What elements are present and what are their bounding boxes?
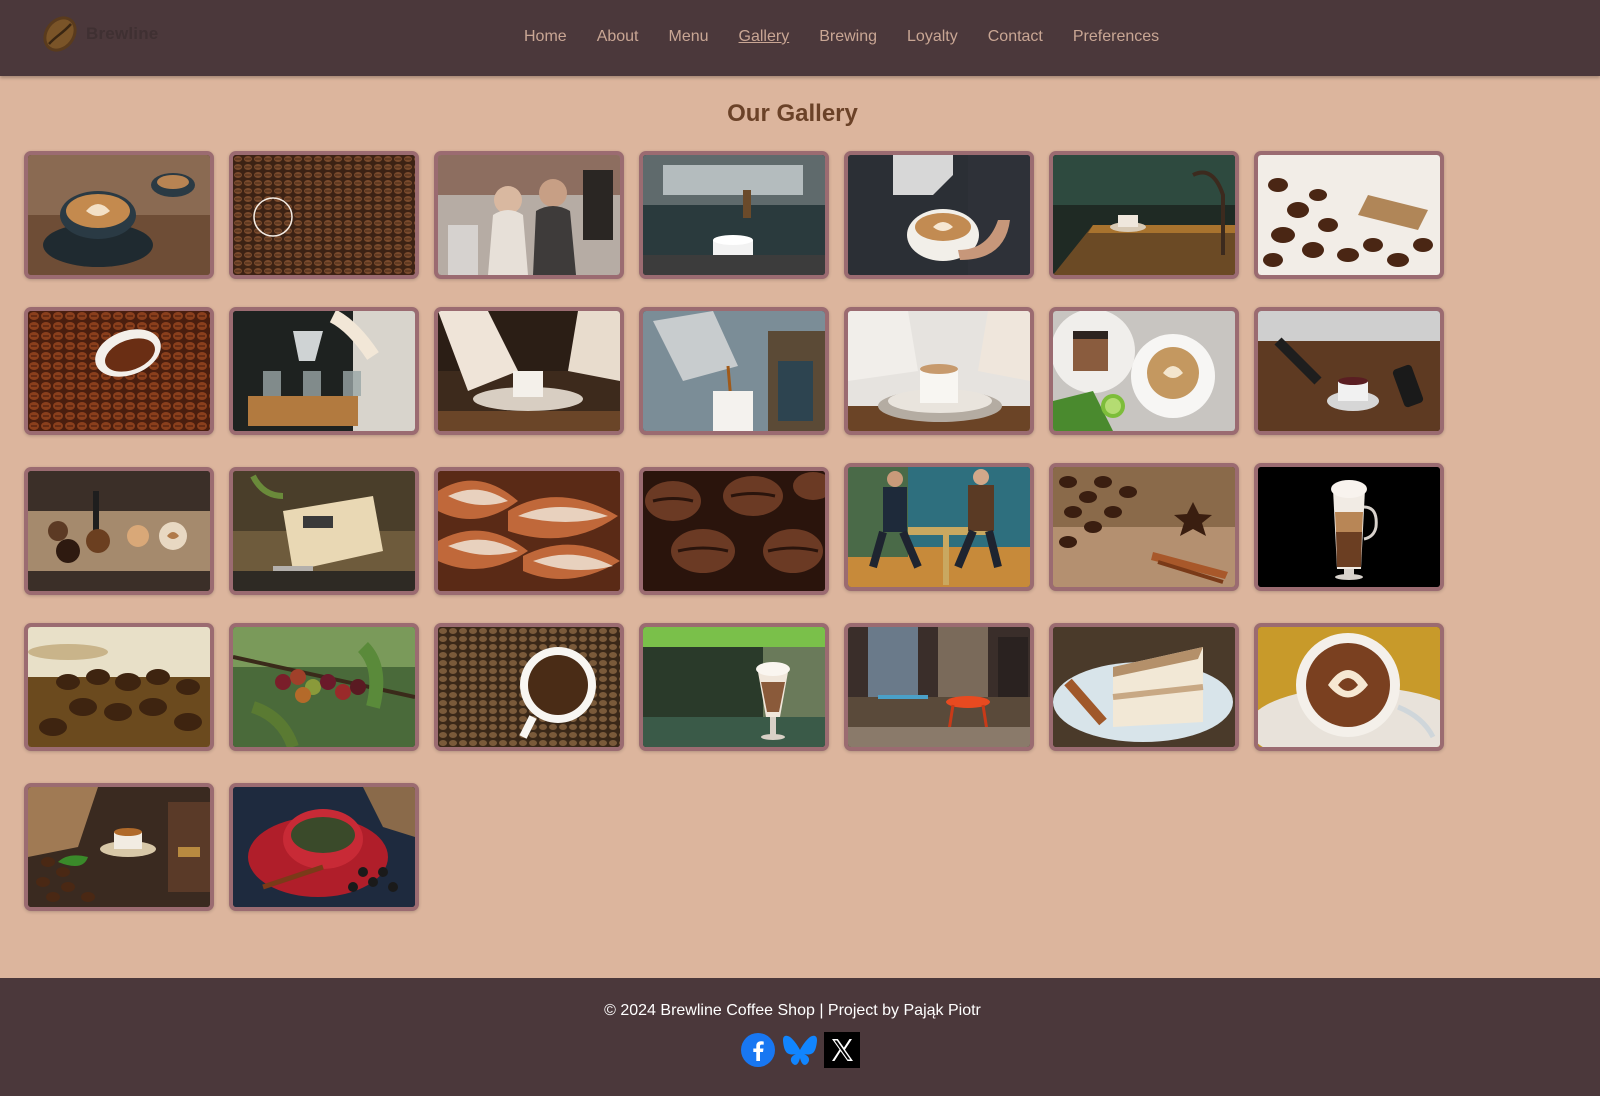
gallery-photo[interactable] (844, 307, 1034, 435)
social-links (740, 1032, 866, 1068)
gallery-photo[interactable] (844, 151, 1034, 279)
gallery-photo[interactable] (639, 307, 829, 435)
gallery-photo[interactable] (1049, 307, 1239, 435)
main-nav: Home About Menu Gallery Brewing Loyalty … (524, 28, 1159, 46)
gallery-photo[interactable] (229, 151, 419, 279)
gallery-photo[interactable] (24, 467, 214, 595)
gallery-photo[interactable] (24, 307, 214, 435)
gallery-photo[interactable] (434, 151, 624, 279)
gallery-photo[interactable] (1254, 623, 1444, 751)
nav-about[interactable]: About (597, 28, 639, 46)
nav-home[interactable]: Home (524, 28, 567, 46)
gallery-photo[interactable] (639, 151, 829, 279)
nav-preferences[interactable]: Preferences (1073, 28, 1159, 46)
facebook-icon[interactable] (740, 1032, 776, 1068)
gallery-photo[interactable] (639, 623, 829, 751)
nav-gallery[interactable]: Gallery (739, 28, 790, 46)
gallery-photo[interactable] (1254, 151, 1444, 279)
gallery-photo[interactable] (639, 467, 829, 595)
gallery-photo[interactable] (1254, 463, 1444, 591)
gallery-photo[interactable] (1049, 463, 1239, 591)
gallery-photo[interactable] (24, 151, 214, 279)
gallery-photo[interactable] (229, 307, 419, 435)
copyright-text: © 2024 Brewline Coffee Shop | Project by… (604, 1002, 981, 1019)
gallery-photo[interactable] (434, 623, 624, 751)
site-footer: © 2024 Brewline Coffee Shop | Project by… (0, 978, 1600, 1096)
gallery-photo[interactable] (844, 463, 1034, 591)
nav-menu[interactable]: Menu (669, 28, 709, 46)
gallery-photo[interactable] (229, 783, 419, 911)
nav-loyalty[interactable]: Loyalty (907, 28, 958, 46)
gallery-photo[interactable] (24, 623, 214, 751)
gallery-photo[interactable] (229, 467, 419, 595)
bluesky-icon[interactable] (782, 1032, 818, 1068)
gallery-photo[interactable] (1049, 623, 1239, 751)
coffee-bean-icon (43, 16, 77, 52)
page-title: Our Gallery (727, 100, 858, 127)
gallery-photo[interactable] (24, 783, 214, 911)
gallery-photo[interactable] (844, 623, 1034, 751)
gallery-photo[interactable] (229, 623, 419, 751)
gallery-photo[interactable] (434, 307, 624, 435)
brand-name: Brewline (86, 24, 159, 43)
nav-contact[interactable]: Contact (988, 28, 1043, 46)
gallery-photo[interactable] (1254, 307, 1444, 435)
nav-brewing[interactable]: Brewing (819, 28, 877, 46)
x-icon[interactable] (824, 1032, 860, 1068)
site-header: Brewline Home About Menu Gallery Brewing… (0, 0, 1600, 76)
gallery-photo[interactable] (434, 467, 624, 595)
brand-logo[interactable]: Brewline (40, 14, 158, 54)
gallery-photo[interactable] (1049, 151, 1239, 279)
